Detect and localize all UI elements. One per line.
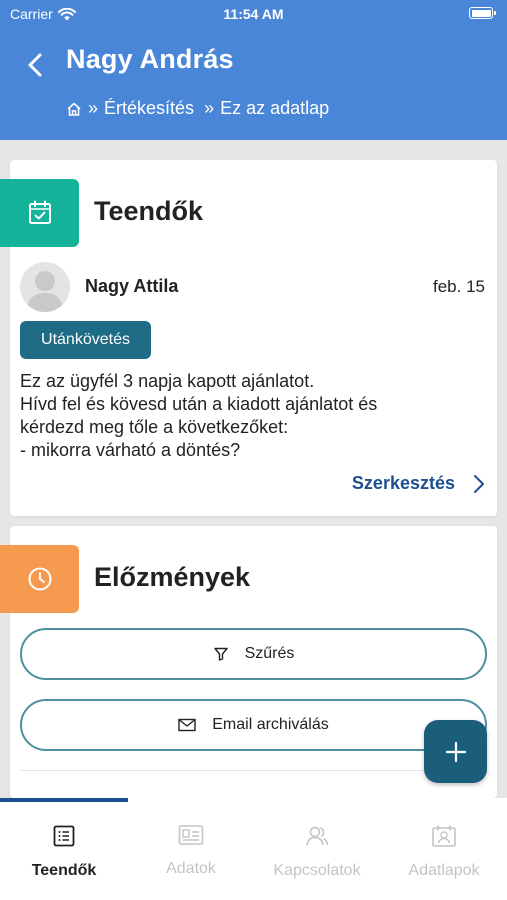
breadcrumb: » Értékesítés » Ez az adatlap	[66, 98, 329, 119]
avatar	[20, 262, 70, 312]
todo-note: Ez az ügyfél 3 napja kapott ajánlatot. H…	[20, 370, 490, 462]
tab-kapcsolatok[interactable]: Kapcsolatok	[254, 824, 380, 880]
page-title: Nagy András	[66, 44, 234, 74]
assignee-name: Nagy Attila	[85, 276, 179, 296]
back-arrow-icon[interactable]	[22, 50, 48, 80]
divider	[20, 770, 487, 771]
mail-icon	[178, 718, 196, 732]
todo-title: Teendők	[94, 196, 204, 226]
battery-icon	[469, 7, 496, 19]
tab-adatlapok[interactable]: Adatlapok	[381, 824, 507, 880]
email-archive-label: Email archiválás	[212, 716, 329, 733]
calendar-check-icon	[28, 200, 51, 224]
clock: 11:54 AM	[223, 6, 284, 22]
tab-label: Adatok	[166, 860, 216, 877]
tab-label: Teendők	[31, 862, 97, 879]
edit-label: Szerkesztés	[351, 473, 455, 493]
bottom-tab-bar: Teendők Adatok Kapcsolatok Adatlapok	[0, 798, 507, 900]
breadcrumb-sales[interactable]: Értékesítés	[104, 98, 194, 119]
tab-adatok[interactable]: Adatok	[128, 824, 254, 878]
filter-label: Szűrés	[244, 645, 295, 662]
id-card-icon	[178, 825, 204, 845]
active-tab-indicator	[0, 798, 128, 802]
list-icon	[53, 825, 75, 847]
note-line: Hívd fel és kövesd után a kiadott ajánla…	[20, 394, 378, 414]
add-button[interactable]	[424, 720, 487, 783]
plus-icon	[445, 741, 466, 762]
edit-link[interactable]: Szerkesztés	[352, 473, 485, 494]
chevron-right-icon	[474, 474, 484, 493]
email-archive-button[interactable]: Email archiválás	[20, 699, 487, 751]
contact-sheet-icon	[432, 825, 456, 847]
note-line: Ez az ügyfél 3 napja kapott ajánlatot.	[20, 371, 315, 391]
breadcrumb-separator: »	[204, 98, 215, 118]
status-bar: Carrier 11:54 AM	[10, 6, 497, 24]
clock-icon	[28, 567, 51, 591]
breadcrumb-current: Ez az adatlap	[220, 98, 330, 118]
tab-teendok[interactable]: Teendők	[1, 824, 127, 880]
filter-button[interactable]: Szűrés	[20, 628, 487, 680]
tab-label: Kapcsolatok	[273, 862, 361, 879]
home-icon[interactable]	[66, 101, 82, 117]
note-line: - mikorra várható a döntés?	[20, 440, 241, 460]
todo-date: feb. 15	[433, 277, 485, 296]
todo-badge	[0, 179, 79, 247]
app-header: Carrier 11:54 AM Nagy András » Értékesít…	[0, 0, 507, 140]
contacts-icon	[306, 826, 329, 846]
todo-card: Teendők Nagy Attila feb. 15 Utánkövetés …	[0, 160, 497, 516]
history-badge	[0, 545, 79, 613]
history-title: Előzmények	[94, 562, 251, 592]
note-line: kérdezd meg tőle a következőket:	[20, 417, 289, 437]
tab-label: Adatlapok	[408, 862, 480, 879]
filter-icon	[213, 647, 228, 661]
type-badge: Utánkövetés	[20, 321, 151, 359]
person-silhouette-icon	[26, 271, 64, 312]
breadcrumb-separator: »	[88, 98, 99, 118]
